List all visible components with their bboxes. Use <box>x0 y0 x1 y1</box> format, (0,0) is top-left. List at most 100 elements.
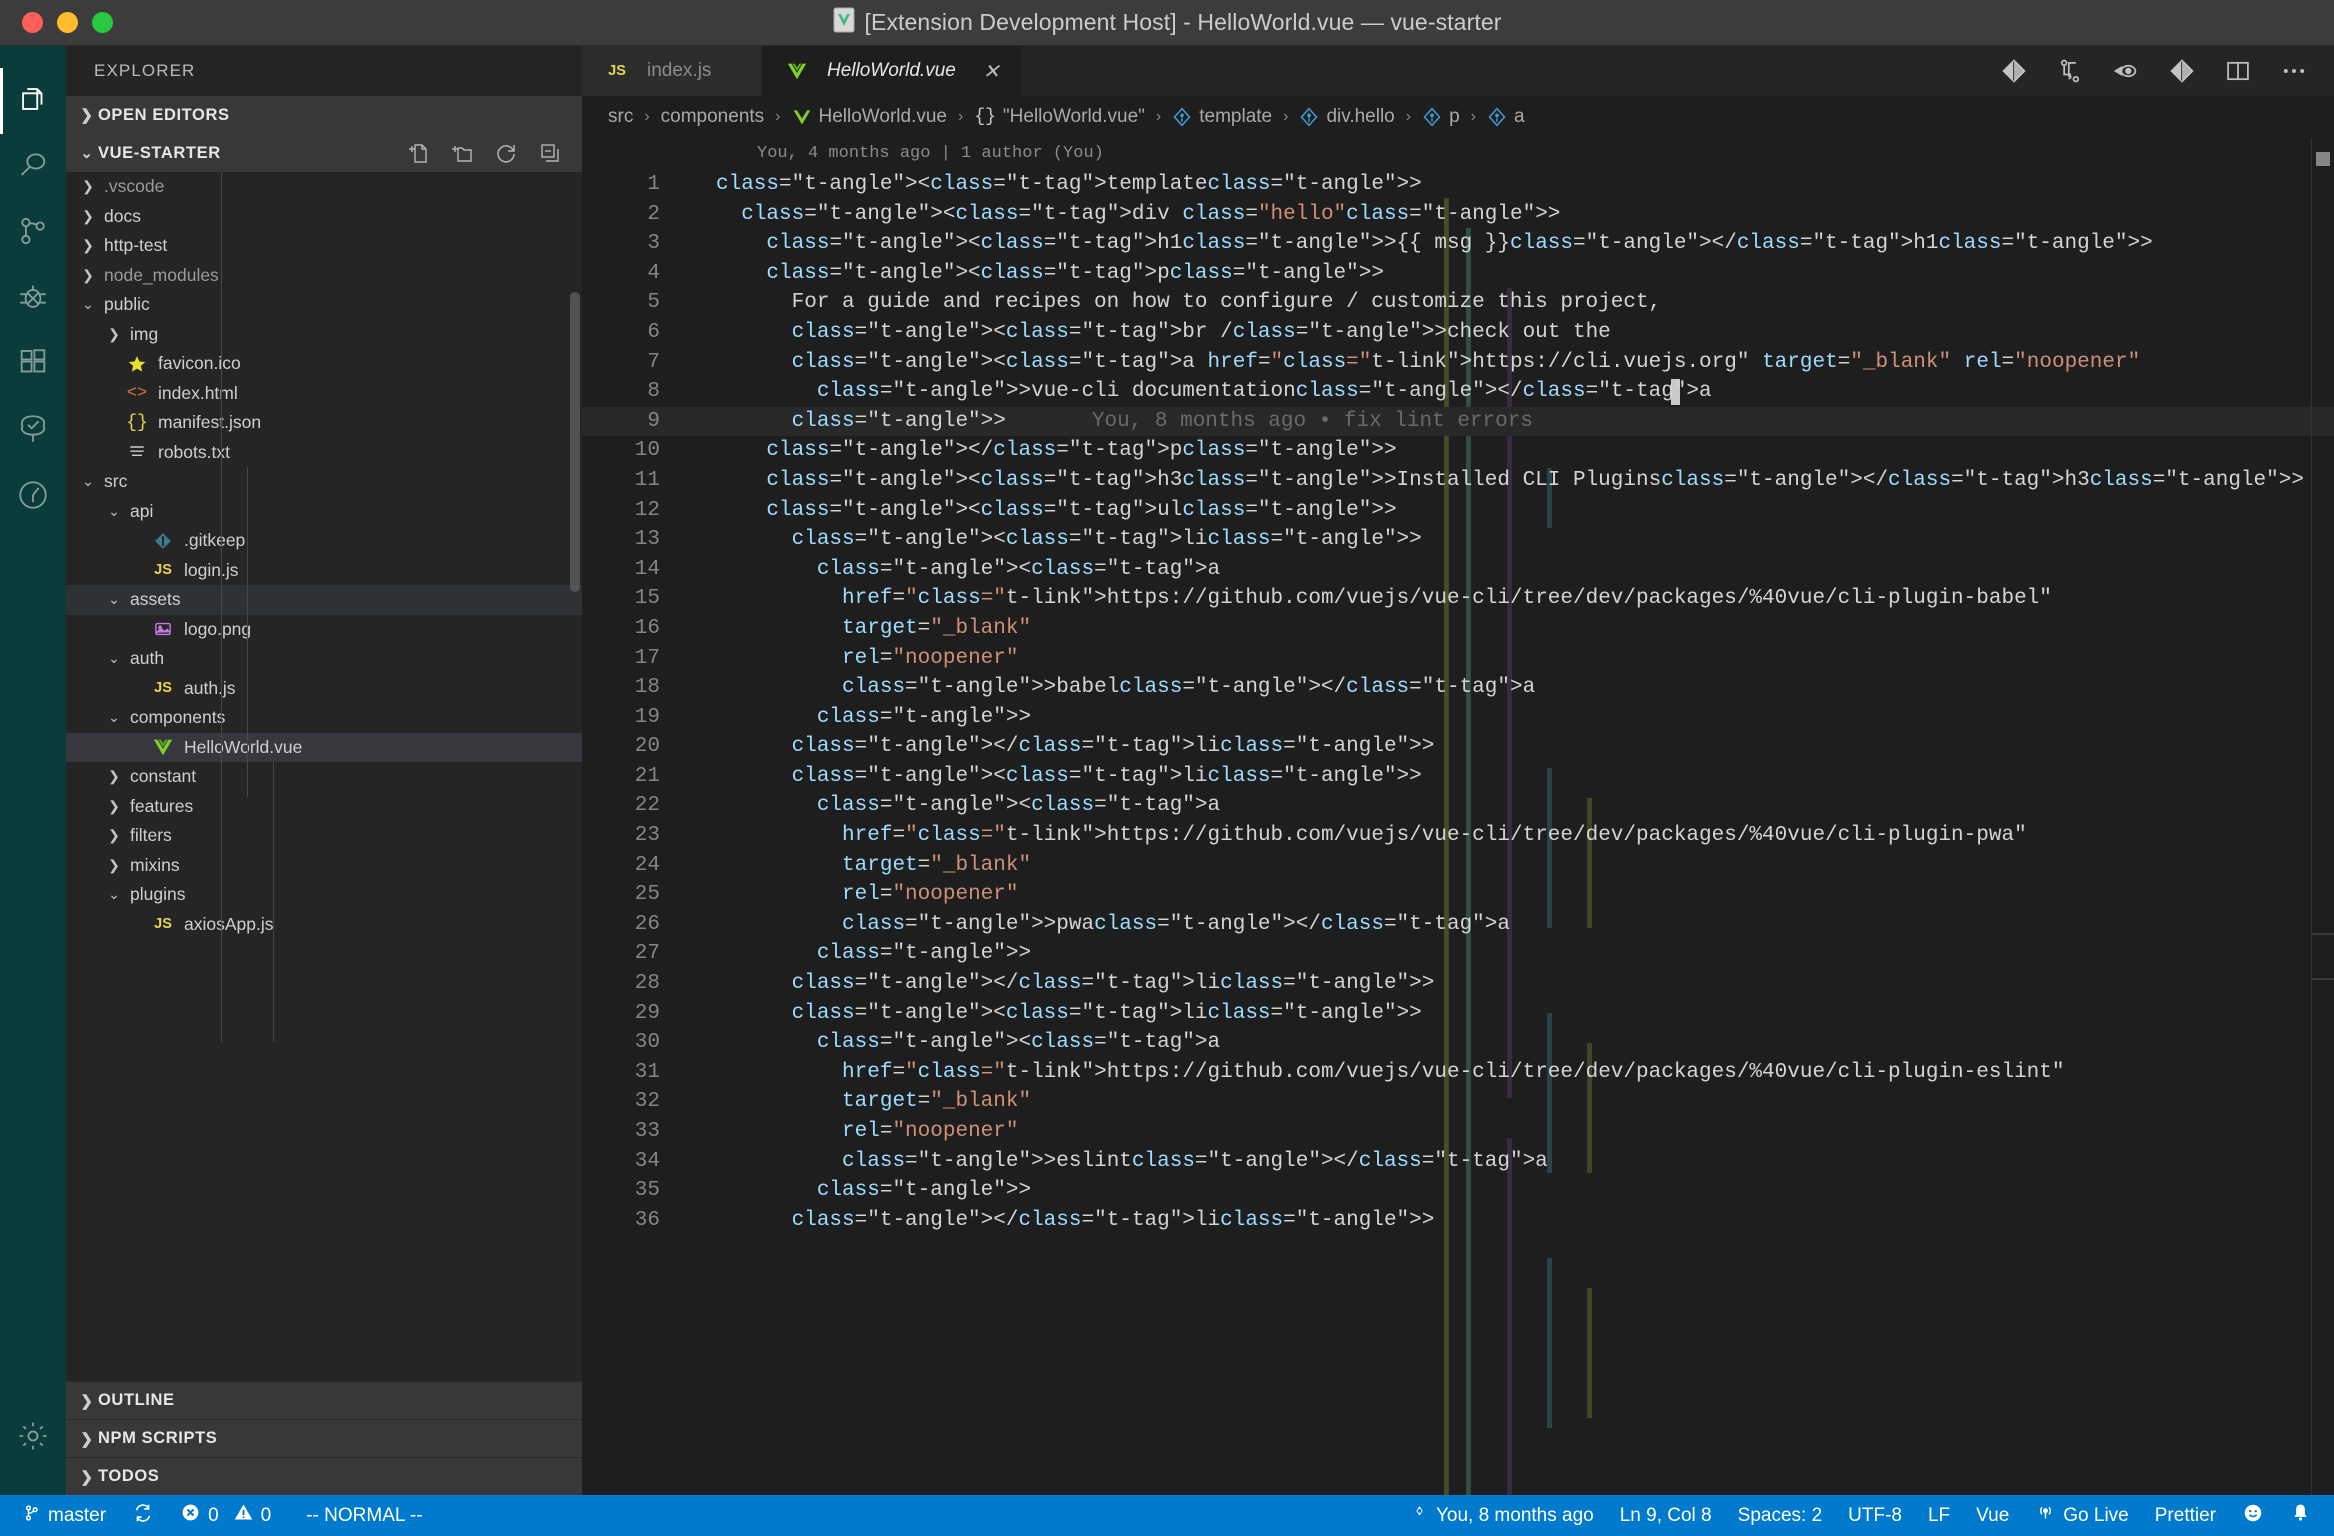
code-line-32[interactable]: 32 target="_blank" <box>582 1087 2334 1117</box>
collapse-all-icon[interactable] <box>538 141 562 165</box>
activity-bar-item-test-explorer[interactable] <box>0 398 66 464</box>
breadcrumb-item-template[interactable]: template <box>1172 106 1272 128</box>
tree-folder-http-test[interactable]: ❯ http-test <box>66 231 582 261</box>
tree-folder-assets[interactable]: ⌄ assets <box>66 585 582 615</box>
chevron-down-icon[interactable]: ⌄ <box>104 709 124 726</box>
chevron-down-icon[interactable]: ⌄ <box>104 886 124 903</box>
status-encoding[interactable]: UTF-8 <box>1835 1505 1915 1527</box>
code-line-22[interactable]: 22 class="t-angle"><class="t-tag">a <box>582 791 2334 821</box>
activity-bar-item-search[interactable] <box>0 134 66 200</box>
breadcrumb-item-HelloWorldvue[interactable]: {} "HelloWorld.vue" <box>974 106 1145 128</box>
tree-file-index.html[interactable]: <> index.html <box>66 379 582 409</box>
code-line-20[interactable]: 20 class="t-angle"></class="t-tag">licla… <box>582 732 2334 762</box>
chevron-right-icon[interactable]: ❯ <box>104 827 124 844</box>
code-line-7[interactable]: 7 class="t-angle"><class="t-tag">a href=… <box>582 348 2334 378</box>
chevron-down-icon[interactable]: ⌄ <box>104 650 124 667</box>
tree-folder-public[interactable]: ⌄ public <box>66 290 582 320</box>
close-window-button[interactable] <box>22 12 43 33</box>
status-notifications[interactable] <box>2277 1502 2324 1529</box>
minimize-window-button[interactable] <box>57 12 78 33</box>
editor-tab-HelloWorld.vue[interactable]: HelloWorld.vue ✕ <box>762 46 1023 96</box>
sidebar-section-todos[interactable]: ❯ TODOS <box>66 1457 582 1495</box>
tree-file-auth.js[interactable]: JS auth.js <box>66 674 582 704</box>
breadcrumb-item-components[interactable]: components <box>661 106 765 128</box>
code-lines[interactable]: 1 class="t-angle"><class="t-tag">template… <box>582 170 2334 1235</box>
tree-folder-mixins[interactable]: ❯ mixins <box>66 851 582 881</box>
branch-icon[interactable] <box>2056 57 2084 85</box>
code-line-26[interactable]: 26 class="t-angle">>pwaclass="t-angle"><… <box>582 910 2334 940</box>
code-line-11[interactable]: 11 class="t-angle"><class="t-tag">h3clas… <box>582 466 2334 496</box>
code-line-24[interactable]: 24 target="_blank" <box>582 851 2334 881</box>
code-line-19[interactable]: 19 class="t-angle">> <box>582 703 2334 733</box>
breadcrumb-item-a[interactable]: a <box>1487 106 1525 128</box>
code-line-31[interactable]: 31 href="class="t-link">https://github.c… <box>582 1058 2334 1088</box>
code-line-4[interactable]: 4 class="t-angle"><class="t-tag">pclass=… <box>582 259 2334 289</box>
code-line-23[interactable]: 23 href="class="t-link">https://github.c… <box>582 821 2334 851</box>
code-line-16[interactable]: 16 target="_blank" <box>582 614 2334 644</box>
sidebar-scrollbar[interactable] <box>570 292 580 592</box>
code-line-13[interactable]: 13 class="t-angle"><class="t-tag">liclas… <box>582 525 2334 555</box>
tree-folder-components[interactable]: ⌄ components <box>66 703 582 733</box>
activity-bar-item-explorer[interactable] <box>0 68 66 134</box>
chevron-down-icon[interactable]: ⌄ <box>78 473 98 490</box>
chevron-down-icon[interactable]: ⌄ <box>104 503 124 520</box>
code-line-33[interactable]: 33 rel="noopener" <box>582 1117 2334 1147</box>
editor-vertical-scrollbar[interactable] <box>2312 138 2334 1495</box>
code-line-5[interactable]: 5 For a guide and recipes on how to conf… <box>582 288 2334 318</box>
code-line-29[interactable]: 29 class="t-angle"><class="t-tag">liclas… <box>582 999 2334 1029</box>
chevron-right-icon[interactable]: ❯ <box>104 768 124 785</box>
status-indentation[interactable]: Spaces: 2 <box>1725 1505 1836 1527</box>
activity-bar-item-settings[interactable] <box>0 1405 66 1471</box>
vue-devtools-icon[interactable] <box>2000 57 2028 85</box>
refresh-icon[interactable] <box>494 141 518 165</box>
tree-file-.gitkeep[interactable]: .gitkeep <box>66 526 582 556</box>
chevron-down-icon[interactable]: ⌄ <box>104 591 124 608</box>
code-line-18[interactable]: 18 class="t-angle">>babelclass="t-angle"… <box>582 673 2334 703</box>
chevron-down-icon[interactable]: ⌄ <box>78 296 98 313</box>
scrollbar-thumb[interactable] <box>2316 152 2330 166</box>
status-problems[interactable]: 0 0 <box>167 1502 284 1529</box>
code-line-6[interactable]: 6 class="t-angle"><class="t-tag">br /cla… <box>582 318 2334 348</box>
tree-file-login.js[interactable]: JS login.js <box>66 556 582 586</box>
status-language-mode[interactable]: Vue <box>1963 1505 2022 1527</box>
code-line-34[interactable]: 34 class="t-angle">>eslintclass="t-angle… <box>582 1147 2334 1177</box>
code-line-8[interactable]: 8 class="t-angle">>vue-cli documentation… <box>582 377 2334 407</box>
code-line-21[interactable]: 21 class="t-angle"><class="t-tag">liclas… <box>582 762 2334 792</box>
chevron-right-icon[interactable]: ❯ <box>104 857 124 874</box>
code-editor[interactable]: You, 4 months ago | 1 author (You) 1 clas… <box>582 138 2334 1495</box>
code-line-3[interactable]: 3 class="t-angle"><class="t-tag">h1class… <box>582 229 2334 259</box>
chevron-right-icon[interactable]: ❯ <box>104 798 124 815</box>
sidebar-section-workspace[interactable]: ⌄ VUE-STARTER <box>66 134 582 172</box>
code-line-35[interactable]: 35 class="t-angle">> <box>582 1176 2334 1206</box>
chevron-right-icon[interactable]: ❯ <box>78 267 98 284</box>
code-line-25[interactable]: 25 rel="noopener" <box>582 880 2334 910</box>
status-smiley-feedback[interactable] <box>2229 1502 2277 1530</box>
breadcrumb-item-divhello[interactable]: div.hello <box>1299 106 1395 128</box>
tree-folder-features[interactable]: ❯ features <box>66 792 582 822</box>
status-cursor-position[interactable]: Ln 9, Col 8 <box>1607 1505 1725 1527</box>
breadcrumb-item-p[interactable]: p <box>1422 106 1460 128</box>
code-line-36[interactable]: 36 class="t-angle"></class="t-tag">licla… <box>582 1206 2334 1236</box>
tree-file-manifest.json[interactable]: {} manifest.json <box>66 408 582 438</box>
code-line-1[interactable]: 1 class="t-angle"><class="t-tag">template… <box>582 170 2334 200</box>
activity-bar-item-run-and-debug[interactable] <box>0 266 66 332</box>
file-tree[interactable]: ❯ .vscode ❯ docs ❯ http-test ❯ node_modules ⌄ pub… <box>66 172 582 1381</box>
code-line-14[interactable]: 14 class="t-angle"><class="t-tag">a <box>582 555 2334 585</box>
tree-folder-src[interactable]: ⌄ src <box>66 467 582 497</box>
breadcrumb[interactable]: src › components › HelloWorld.vue › {} "HelloWo… <box>582 96 2334 138</box>
tree-folder-docs[interactable]: ❯ docs <box>66 202 582 232</box>
editor-tab-index.js[interactable]: JS index.js <box>582 46 762 96</box>
sidebar-section-npm-scripts[interactable]: ❯ NPM SCRIPTS <box>66 1419 582 1457</box>
vue-devtools-icon-2[interactable] <box>2168 57 2196 85</box>
new-folder-icon[interactable] <box>450 141 474 165</box>
tree-folder-constant[interactable]: ❯ constant <box>66 762 582 792</box>
tree-file-HelloWorld.vue[interactable]: HelloWorld.vue <box>66 732 582 762</box>
status-eol[interactable]: LF <box>1915 1505 1963 1527</box>
status-go-live[interactable]: Go Live <box>2022 1502 2141 1529</box>
tree-file-logo.png[interactable]: logo.png <box>66 615 582 645</box>
ellipsis-icon[interactable] <box>2280 57 2308 85</box>
code-line-27[interactable]: 27 class="t-angle">> <box>582 939 2334 969</box>
tree-folder-api[interactable]: ⌄ api <box>66 497 582 527</box>
activity-bar-item-extensions[interactable] <box>0 332 66 398</box>
chevron-right-icon[interactable]: ❯ <box>78 178 98 195</box>
